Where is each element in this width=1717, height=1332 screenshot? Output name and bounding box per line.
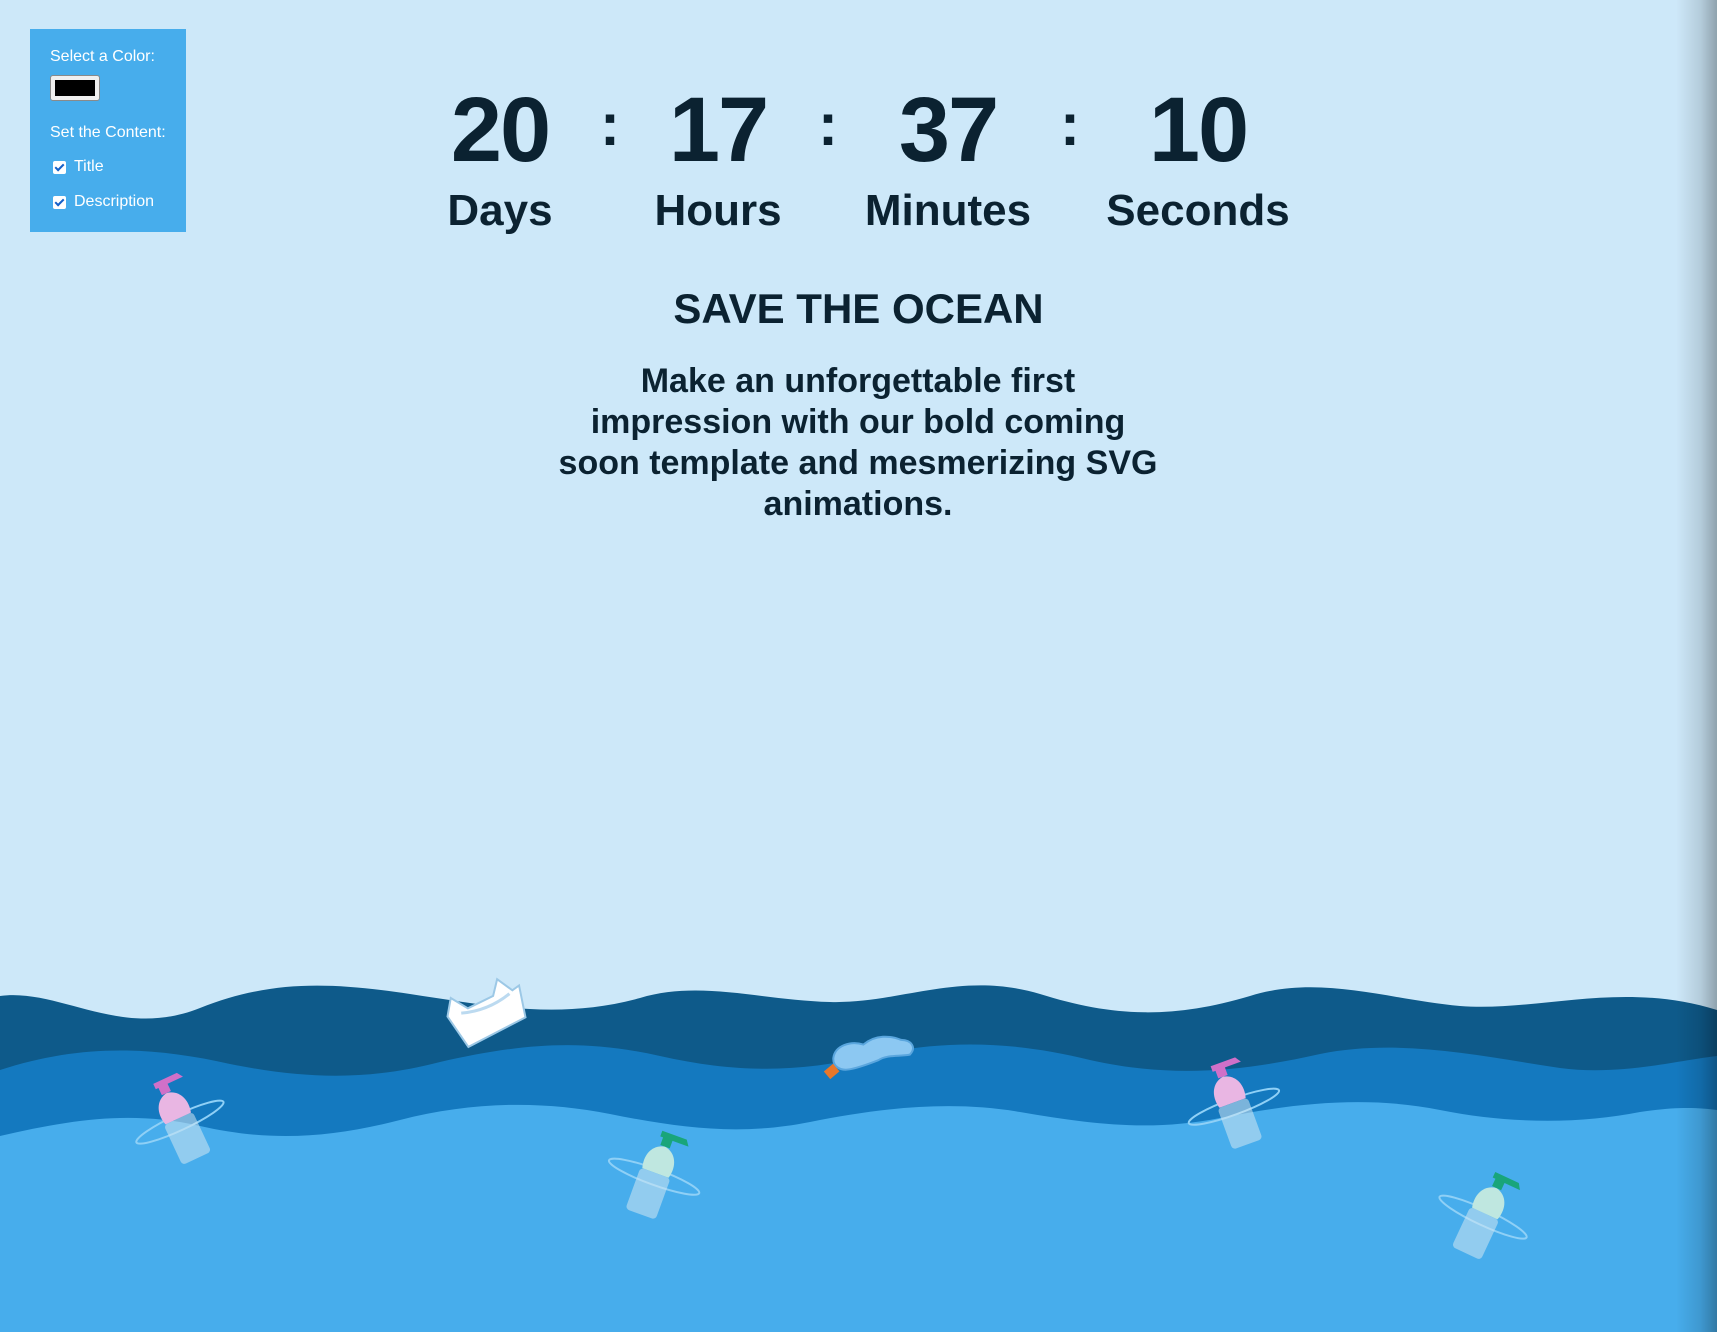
title-toggle[interactable]: Title bbox=[50, 157, 186, 177]
countdown-minutes: 37 Minutes bbox=[838, 80, 1058, 236]
hours-label: Hours bbox=[654, 186, 782, 235]
countdown-hours: 17 Hours bbox=[608, 80, 828, 236]
hours-value: 17 bbox=[668, 79, 769, 181]
seconds-label: Seconds bbox=[1106, 186, 1290, 235]
minutes-value: 37 bbox=[898, 79, 999, 181]
wave-front bbox=[0, 1102, 1717, 1332]
title-checkbox-label: Title bbox=[74, 158, 104, 175]
description-toggle[interactable]: Description bbox=[50, 192, 186, 212]
title-checkbox[interactable] bbox=[53, 160, 66, 174]
minutes-label: Minutes bbox=[864, 186, 1032, 235]
seconds-value: 10 bbox=[1148, 79, 1249, 181]
countdown-days: 20 Days bbox=[390, 80, 610, 236]
countdown-seconds: 10 Seconds bbox=[1088, 80, 1308, 236]
description-checkbox[interactable] bbox=[53, 195, 66, 209]
color-swatch bbox=[55, 80, 95, 96]
days-label: Days bbox=[447, 186, 553, 235]
page-description: Make an unforgettable first impression w… bbox=[558, 362, 1158, 523]
days-value: 20 bbox=[450, 79, 551, 181]
ocean-waves-illustration bbox=[0, 977, 1717, 1332]
separator: : bbox=[1060, 91, 1080, 158]
color-label: Select a Color: bbox=[50, 48, 155, 65]
settings-panel: Select a Color: Set the Content: Title D… bbox=[30, 29, 186, 232]
countdown-timer: 20 Days : 17 Hours : 37 Minutes : 10 Sec… bbox=[0, 80, 1717, 240]
description-checkbox-label: Description bbox=[74, 193, 155, 210]
color-picker[interactable] bbox=[50, 75, 100, 101]
page-title: SAVE THE OCEAN bbox=[673, 285, 1044, 332]
content-label: Set the Content: bbox=[50, 124, 166, 141]
